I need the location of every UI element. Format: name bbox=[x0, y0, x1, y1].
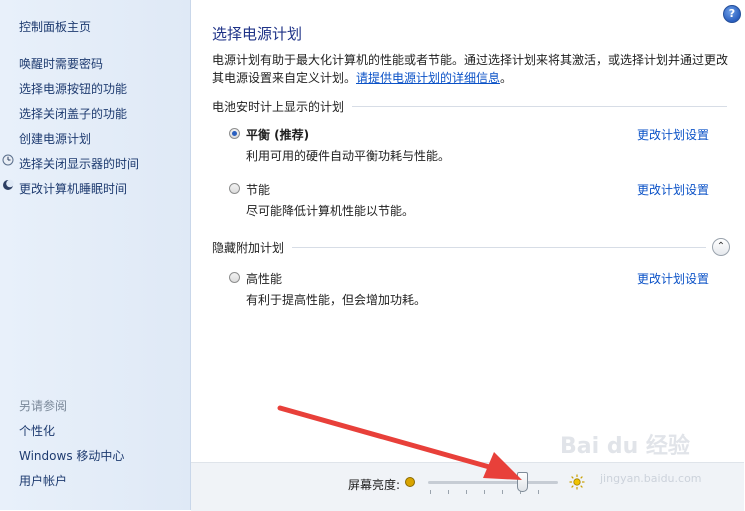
moon-icon bbox=[3, 179, 14, 190]
brightness-slider-ticks bbox=[430, 490, 556, 494]
brightness-label: 屏幕亮度: bbox=[348, 478, 401, 492]
hidden-plans-header: 隐藏附加计划 bbox=[212, 239, 706, 255]
plan-balanced-radio[interactable] bbox=[229, 128, 240, 139]
sidebar-item-power-button[interactable]: 选择电源按钮的功能 bbox=[19, 80, 127, 97]
clock-icon bbox=[2, 154, 14, 166]
plan-power-saver-radio[interactable] bbox=[229, 183, 240, 194]
plan-power-saver-name[interactable]: 节能 bbox=[246, 181, 270, 198]
brightness-slider[interactable] bbox=[428, 481, 558, 484]
sidebar-item-wake-password[interactable]: 唤醒时需要密码 bbox=[19, 55, 103, 72]
plan-high-performance-name[interactable]: 高性能 bbox=[246, 270, 282, 287]
watermark-url: jingyan.baidu.com bbox=[600, 472, 702, 485]
more-info-link[interactable]: 请提供电源计划的详细信息 bbox=[356, 71, 500, 85]
help-icon[interactable]: ? bbox=[723, 5, 741, 23]
section-divider bbox=[352, 105, 727, 107]
bottom-bar bbox=[191, 462, 744, 511]
collapse-chevron-up-icon[interactable]: ⌃ bbox=[712, 238, 730, 256]
sidebar-item-lid-close[interactable]: 选择关闭盖子的功能 bbox=[19, 105, 127, 122]
see-also-personalization[interactable]: 个性化 bbox=[19, 422, 55, 439]
sidebar-item-display-off-time[interactable]: 选择关闭显示器的时间 bbox=[19, 155, 139, 172]
see-also-header: 另请参阅 bbox=[19, 399, 68, 413]
brightness-slider-thumb[interactable] bbox=[516, 472, 528, 492]
plan-balanced-change-link[interactable]: 更改计划设置 bbox=[637, 126, 709, 143]
see-also-user-accounts[interactable]: 用户帐户 bbox=[19, 472, 67, 489]
page-title: 选择电源计划 bbox=[212, 25, 303, 43]
plan-high-performance-radio[interactable] bbox=[229, 272, 240, 283]
page-description: 电源计划有助于最大化计算机的性能或者节能。通过选择计划来将其激活，或选择计划并通… bbox=[212, 51, 732, 87]
sidebar-item-sleep-time[interactable]: 更改计算机睡眠时间 bbox=[19, 180, 127, 197]
plan-balanced-desc: 利用可用的硬件自动平衡功耗与性能。 bbox=[246, 149, 451, 163]
watermark-logo: Bai du 经验 bbox=[560, 434, 690, 459]
dim-brightness-icon bbox=[405, 477, 415, 487]
description-suffix: 。 bbox=[500, 71, 513, 85]
bright-sun-icon bbox=[569, 474, 585, 490]
see-also-mobility-center[interactable]: Windows 移动中心 bbox=[19, 447, 124, 464]
plan-balanced-name[interactable]: 平衡 (推荐) bbox=[246, 126, 309, 143]
plan-power-saver-change-link[interactable]: 更改计划设置 bbox=[637, 181, 709, 198]
sidebar-item-create-plan[interactable]: 创建电源计划 bbox=[19, 130, 91, 147]
plan-power-saver-desc: 尽可能降低计算机性能以节能。 bbox=[246, 204, 415, 218]
battery-meter-plans-header: 电池安时计上显示的计划 bbox=[212, 98, 727, 114]
hidden-section-label: 隐藏附加计划 bbox=[212, 240, 285, 255]
battery-section-label: 电池安时计上显示的计划 bbox=[212, 99, 345, 114]
section-divider bbox=[292, 246, 706, 248]
sidebar-control-panel-home[interactable]: 控制面板主页 bbox=[19, 18, 91, 35]
plan-high-performance-change-link[interactable]: 更改计划设置 bbox=[637, 270, 709, 287]
plan-high-performance-desc: 有利于提高性能，但会增加功耗。 bbox=[246, 293, 427, 307]
